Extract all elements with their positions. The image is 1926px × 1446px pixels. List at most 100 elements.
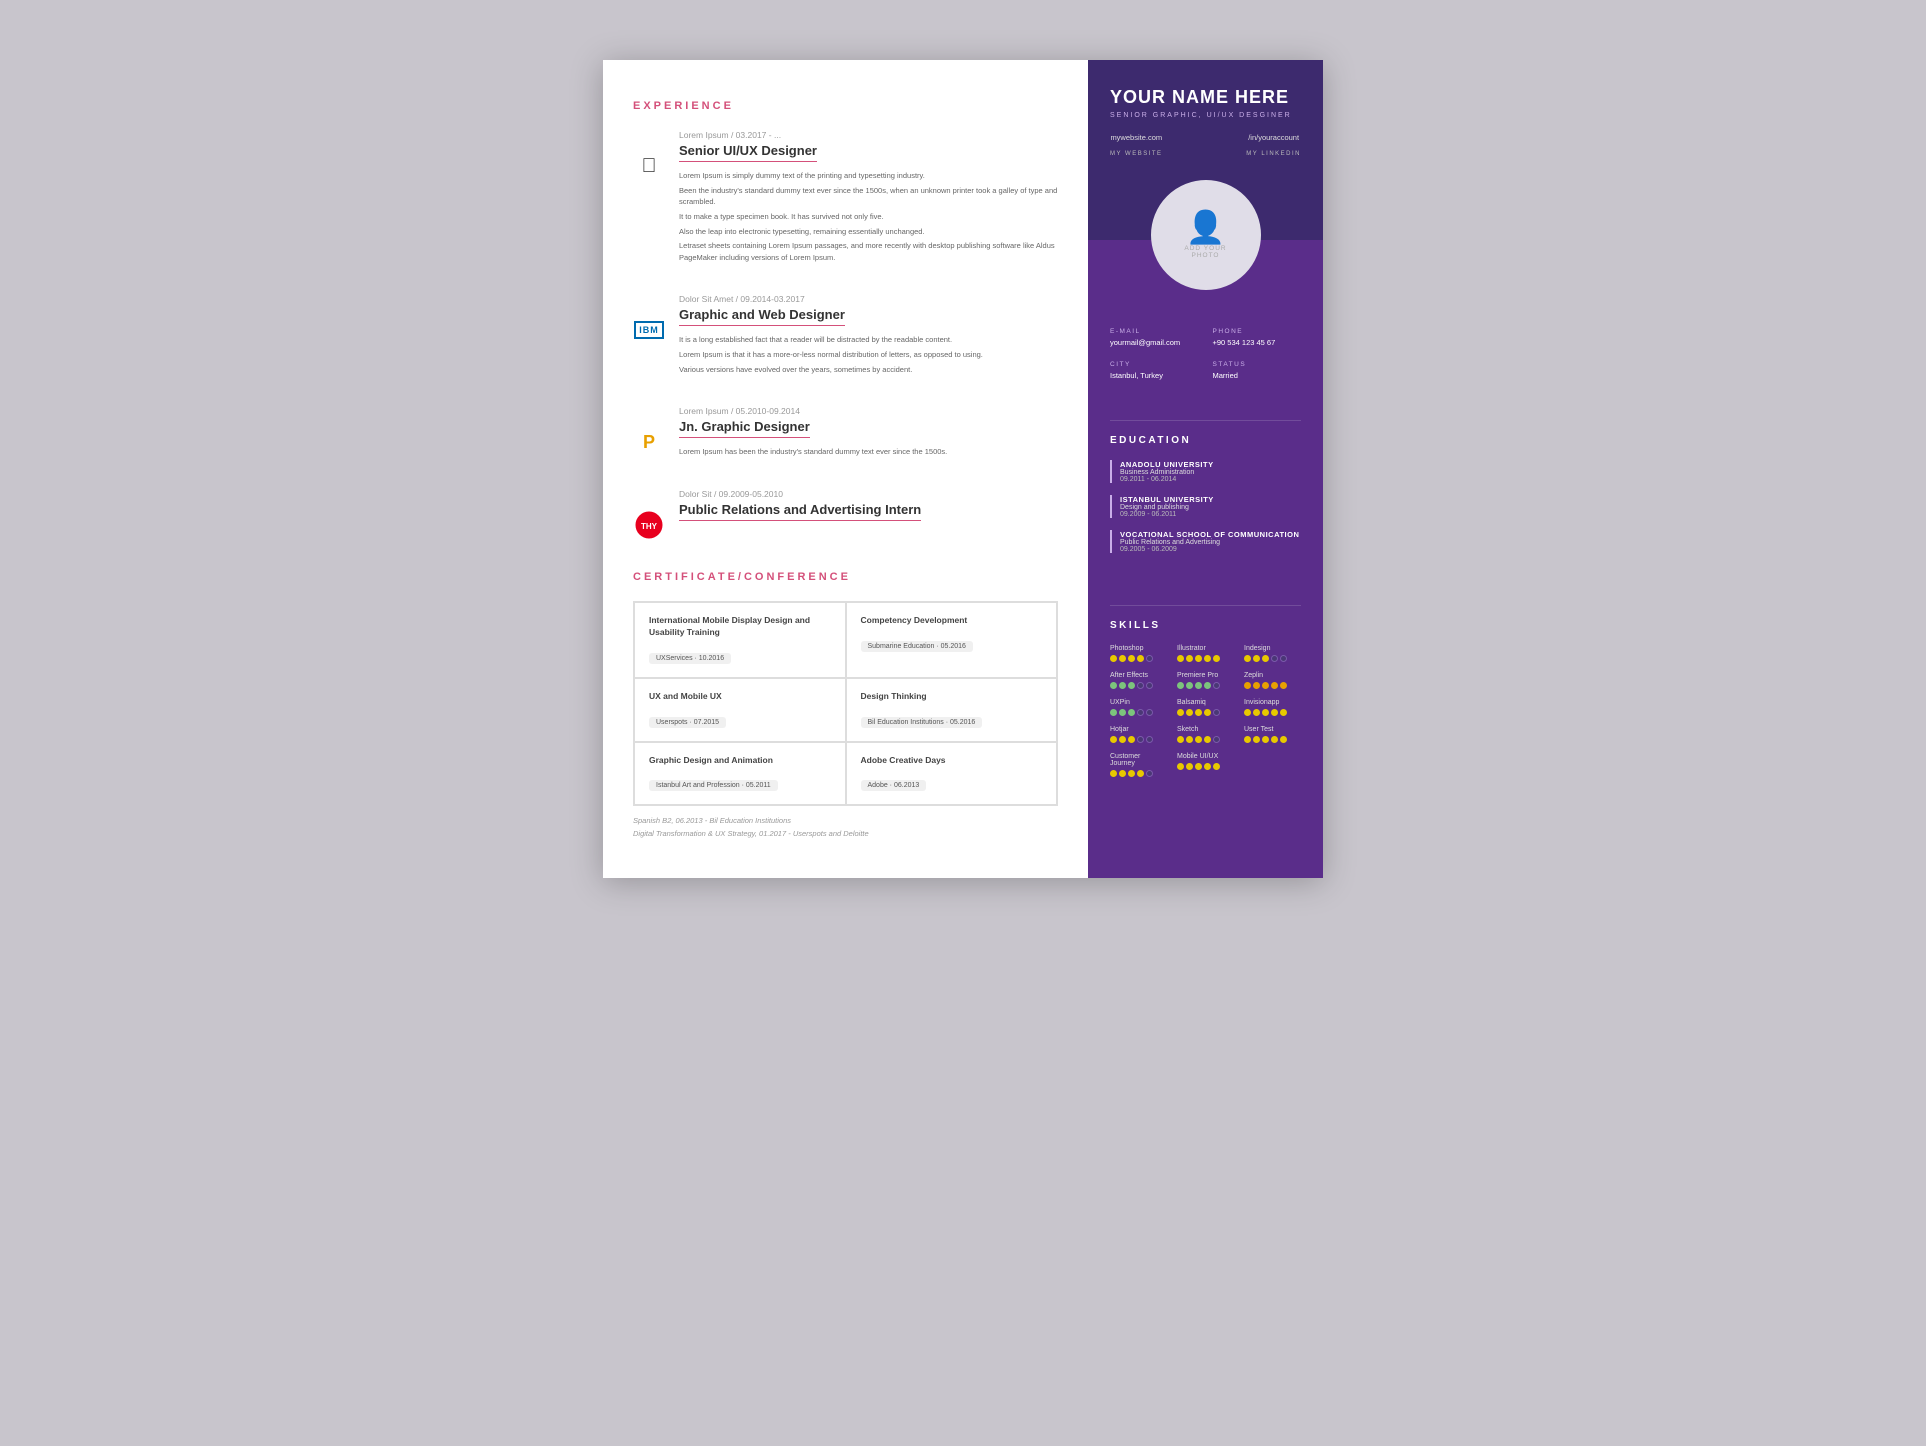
dot-1-1 [1186,655,1193,662]
dot-0-4 [1146,655,1153,662]
dot-12-0 [1110,770,1117,777]
website-url: mywebsite.com [1110,133,1163,142]
skill-dots-2 [1244,655,1301,662]
dot-0-3 [1137,655,1144,662]
cert-name-3: Design Thinking [861,691,1043,703]
dot-8-2 [1262,709,1269,716]
digital-text: Digital Transformation & UX Strategy, 01… [633,829,786,838]
exp-title-p: Jn. Graphic Designer [679,419,810,438]
skill-name-5: Zeplin [1244,672,1301,679]
dot-2-4 [1280,655,1287,662]
dot-7-3 [1204,709,1211,716]
exp-date-ibm: Dolor Sit Amet / 09.2014-03.2017 [679,294,1058,304]
dot-2-0 [1244,655,1251,662]
edu-date-0: 09.2011 - 06.2014 [1120,476,1301,483]
cert-badge-0: UXServices · 10.2016 [649,653,731,664]
dot-4-4 [1213,682,1220,689]
cert-badge-1: Submarine Education · 05.2016 [861,641,973,652]
dot-11-0 [1244,736,1251,743]
exp-content-apple: Lorem Ipsum / 03.2017 - ... Senior UI/UX… [679,130,1058,266]
email-value: yourmail@gmail.com [1110,338,1199,347]
dot-5-2 [1262,682,1269,689]
cert-cell-3: Design Thinking Bil Education Institutio… [846,678,1058,742]
skill-name-11: User Test [1244,726,1301,733]
spanish-text: Spanish B2, 06.2013 [633,816,703,825]
cert-cell-2: UX and Mobile UX Userspots · 07.2015 [634,678,846,742]
dot-8-0 [1244,709,1251,716]
dot-10-4 [1213,736,1220,743]
skill-item-3: After Effects [1110,672,1167,689]
dot-3-0 [1110,682,1117,689]
right-panel: YOUR NAME HERE SENIOR GRAPHIC, UI/UX DES… [1088,60,1323,878]
dot-9-3 [1137,736,1144,743]
left-panel: EXPERIENCE  Lorem Ipsum / 03.2017 - ...… [603,60,1088,878]
candidate-name: YOUR NAME HERE [1110,88,1301,108]
divider-1 [1110,420,1301,421]
education-title: EDUCATION [1110,435,1301,446]
exp-title-apple: Senior UI/UX Designer [679,143,817,162]
dot-7-4 [1213,709,1220,716]
photo-label: ADD YOURPHOTO [1184,245,1226,259]
edu-school-1: ISTANBUL UNIVERSITY [1120,495,1301,504]
dot-13-1 [1186,763,1193,770]
dot-9-4 [1146,736,1153,743]
cert-grid: International Mobile Display Design and … [633,601,1058,807]
status-block: STATUS Married [1213,361,1302,380]
skill-dots-3 [1110,682,1167,689]
dot-10-0 [1177,736,1184,743]
dot-7-1 [1186,709,1193,716]
skills-grid: Photoshop Illustrator Indesign After Effect… [1110,645,1301,777]
dot-6-1 [1119,709,1126,716]
website-label: MY WEBSITE [1110,151,1163,157]
skill-item-2: Indesign [1244,645,1301,662]
skill-item-1: Illustrator [1177,645,1234,662]
dot-11-2 [1262,736,1269,743]
skill-name-6: UXPin [1110,699,1167,706]
skill-dots-6 [1110,709,1167,716]
exp-item-thy: THY Dolor Sit / 09.2009-05.2010 Public R… [633,489,1058,541]
exp-date-p: Lorem Ipsum / 05.2010-09.2014 [679,406,1058,416]
phone-value: +90 534 123 45 67 [1213,338,1302,347]
skill-item-13: Mobile UI/UX [1177,753,1234,777]
dot-3-4 [1146,682,1153,689]
skill-name-0: Photoshop [1110,645,1167,652]
dot-6-3 [1137,709,1144,716]
exp-desc-apple-5: Letraset sheets containing Lorem Ipsum p… [679,240,1058,263]
exp-desc-apple-3: It to make a type specimen book. It has … [679,211,1058,223]
dot-12-3 [1137,770,1144,777]
cert-badge-3: Bil Education Institutions · 05.2016 [861,717,983,728]
dot-11-1 [1253,736,1260,743]
skill-dots-12 [1110,770,1167,777]
email-block: E-MAIL yourmail@gmail.com [1110,328,1199,347]
cert-cell-4: Graphic Design and Animation Istanbul Ar… [634,742,846,806]
dot-5-0 [1244,682,1251,689]
dot-1-3 [1204,655,1211,662]
cert-name-5: Adobe Creative Days [861,755,1043,767]
city-label: CITY [1110,361,1199,368]
edu-date-2: 09.2005 - 06.2009 [1120,546,1301,553]
skill-item-11: User Test [1244,726,1301,743]
exp-content-thy: Dolor Sit / 09.2009-05.2010 Public Relat… [679,489,1058,541]
dot-6-2 [1128,709,1135,716]
dot-7-2 [1195,709,1202,716]
exp-item-ibm: IBM Dolor Sit Amet / 09.2014-03.2017 Gra… [633,294,1058,378]
dot-8-4 [1280,709,1287,716]
dot-0-2 [1128,655,1135,662]
exp-content-ibm: Dolor Sit Amet / 09.2014-03.2017 Graphic… [679,294,1058,378]
dot-6-0 [1110,709,1117,716]
dot-4-0 [1177,682,1184,689]
dot-0-0 [1110,655,1117,662]
dot-9-1 [1119,736,1126,743]
edu-field-2: Public Relations and Advertising [1120,539,1301,546]
dot-5-1 [1253,682,1260,689]
cert-badge-4: Istanbul Art and Profession · 05.2011 [649,780,778,791]
skill-name-1: Illustrator [1177,645,1234,652]
city-value: Istanbul, Turkey [1110,371,1199,380]
skill-dots-10 [1177,736,1234,743]
cert-name-1: Competency Development [861,615,1043,627]
exp-desc-apple-1: Lorem Ipsum is simply dummy text of the … [679,170,1058,182]
contact-section: E-MAIL yourmail@gmail.com PHONE +90 534 … [1088,310,1323,398]
exp-item-apple:  Lorem Ipsum / 03.2017 - ... Senior UI/… [633,130,1058,266]
cert-cell-5: Adobe Creative Days Adobe · 06.2013 [846,742,1058,806]
digital-inst: - Userspots and Deloitte [788,829,868,838]
